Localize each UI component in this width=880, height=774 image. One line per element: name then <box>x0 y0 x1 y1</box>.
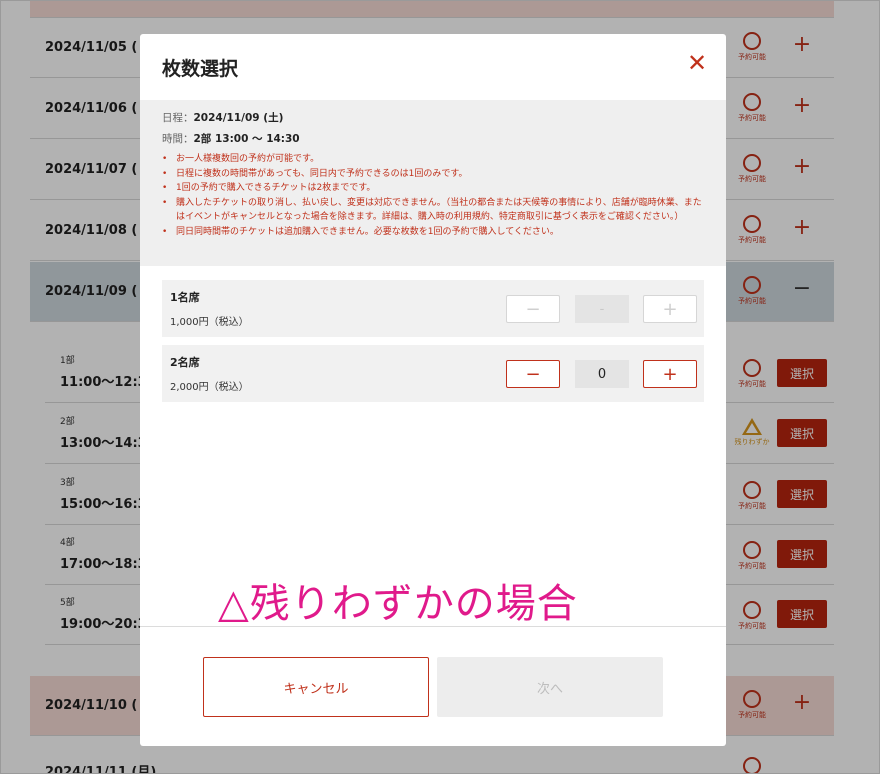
time-value: 2部 13:00 〜 14:30 <box>193 133 300 145</box>
seat-row-single: 1名席 1,000円（税込） − - + <box>162 280 704 337</box>
quantity-value: - <box>575 295 629 323</box>
schedule-label: 日程： <box>162 112 194 124</box>
cancel-button[interactable]: キャンセル <box>203 657 429 717</box>
ticket-count-modal: 枚数選択 ✕ 日程：2024/11/09 (土) 時間：2部 13:00 〜 1… <box>140 34 726 746</box>
close-icon[interactable]: ✕ <box>684 50 710 76</box>
increment-button[interactable]: + <box>643 360 697 388</box>
note-item: 購入したチケットの取り消し、払い戻し、変更は対応できません。（当社の都合または天… <box>162 196 704 225</box>
time-line: 時間：2部 13:00 〜 14:30 <box>162 131 704 146</box>
seat-name: 1名席 <box>170 291 200 304</box>
schedule-line: 日程：2024/11/09 (土) <box>162 110 704 125</box>
note-item: 同日同時間帯のチケットは追加購入できません。必要な枚数を1回の予約で購入してくだ… <box>162 225 704 240</box>
seat-row-pair: 2名席 2,000円（税込） − 0 + <box>162 345 704 402</box>
note-item: 1回の予約で購入できるチケットは2枚までです。 <box>162 181 704 196</box>
notes-list: お一人様複数回の予約が可能です。 日程に複数の時間帯があっても、同日内で予約でき… <box>162 152 704 239</box>
seat-price: 2,000円（税込） <box>170 382 249 393</box>
time-label: 時間： <box>162 133 194 145</box>
seat-name: 2名席 <box>170 356 200 369</box>
modal-title: 枚数選択 <box>162 58 239 80</box>
seat-price: 1,000円（税込） <box>170 317 249 328</box>
next-button[interactable]: 次へ <box>437 657 663 717</box>
decrement-button[interactable]: − <box>506 360 560 388</box>
footer-divider <box>140 626 726 627</box>
note-item: 日程に複数の時間帯があっても、同日内で予約できるのは1回のみです。 <box>162 167 704 182</box>
increment-button[interactable]: + <box>643 295 697 323</box>
quantity-value: 0 <box>575 360 629 388</box>
reservation-info: 日程：2024/11/09 (土) 時間：2部 13:00 〜 14:30 お一… <box>140 100 726 266</box>
annotation-text: △残りわずかの場合 <box>218 581 578 627</box>
note-item: お一人様複数回の予約が可能です。 <box>162 152 704 167</box>
schedule-value: 2024/11/09 (土) <box>193 112 284 124</box>
decrement-button[interactable]: − <box>506 295 560 323</box>
